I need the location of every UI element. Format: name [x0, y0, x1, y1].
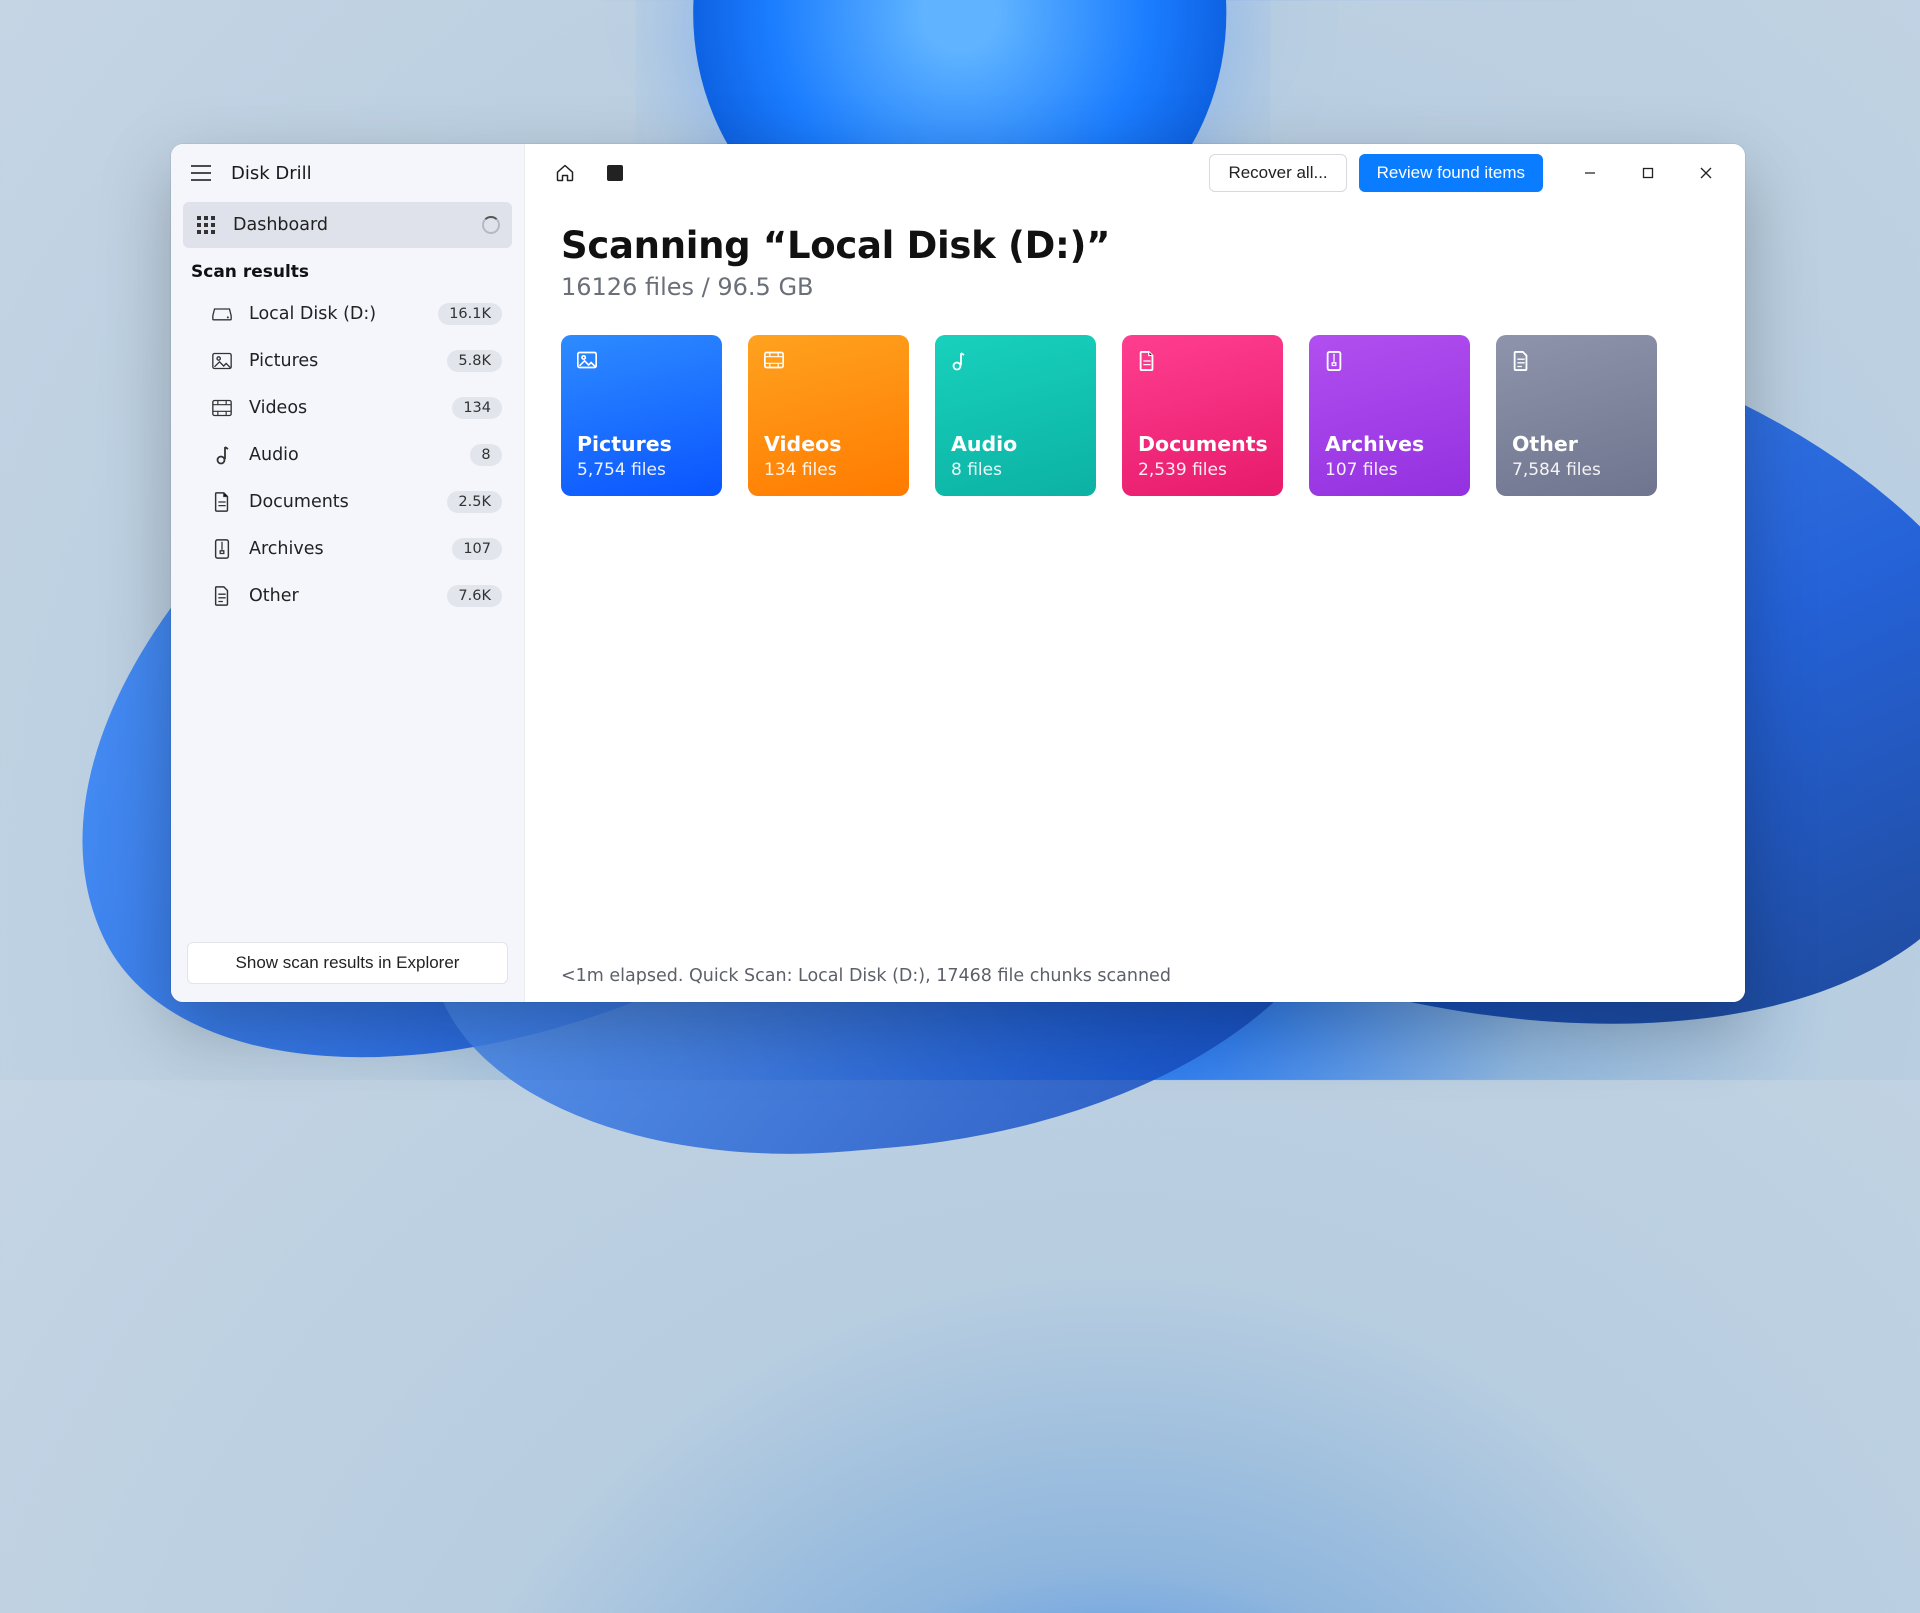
card-count: 107 files — [1325, 460, 1454, 480]
card-count: 8 files — [951, 460, 1080, 480]
sidebar-item-pictures[interactable]: Pictures 5.8K — [183, 337, 512, 384]
sidebar-item-audio[interactable]: Audio 8 — [183, 431, 512, 478]
category-card-videos[interactable]: Videos 134 files — [748, 335, 909, 496]
video-icon — [211, 399, 233, 417]
card-title: Pictures — [577, 432, 706, 456]
card-title: Archives — [1325, 432, 1454, 456]
sidebar-item-archives[interactable]: Archives 107 — [183, 525, 512, 572]
audio-icon — [211, 445, 233, 465]
app-window: Disk Drill Dashboard Scan results Local … — [171, 144, 1745, 1002]
count-badge: 7.6K — [447, 585, 502, 607]
drive-icon — [211, 306, 233, 322]
card-title: Videos — [764, 432, 893, 456]
count-badge: 5.8K — [447, 350, 502, 372]
minimize-icon — [1584, 167, 1596, 179]
picture-icon — [577, 351, 706, 389]
sidebar-item-label: Videos — [249, 398, 307, 418]
sidebar-item-label: Local Disk (D:) — [249, 304, 376, 324]
audio-icon — [951, 351, 1080, 389]
stop-scan-button[interactable] — [597, 155, 633, 191]
status-bar: <1m elapsed. Quick Scan: Local Disk (D:)… — [525, 952, 1745, 1002]
window-controls — [1561, 151, 1735, 195]
toolbar: Recover all... Review found items — [525, 144, 1745, 202]
card-title: Other — [1512, 432, 1641, 456]
other-icon — [211, 586, 233, 606]
scanning-spinner-icon — [482, 216, 500, 234]
count-badge: 8 — [470, 444, 502, 466]
grid-icon — [195, 216, 217, 234]
card-count: 134 files — [764, 460, 893, 480]
sidebar: Disk Drill Dashboard Scan results Local … — [171, 144, 525, 1002]
document-icon — [1138, 351, 1267, 389]
category-card-audio[interactable]: Audio 8 files — [935, 335, 1096, 496]
minimize-button[interactable] — [1561, 151, 1619, 195]
count-badge: 107 — [452, 538, 502, 560]
card-count: 7,584 files — [1512, 460, 1641, 480]
scan-results-list: Local Disk (D:) 16.1K Pictures 5.8K Videos 13… — [171, 290, 524, 619]
review-found-items-button[interactable]: Review found items — [1359, 154, 1543, 192]
category-card-documents[interactable]: Documents 2,539 files — [1122, 335, 1283, 496]
page-title: Scanning “Local Disk (D:)” — [561, 224, 1709, 267]
count-badge: 134 — [452, 397, 502, 419]
close-icon — [1700, 167, 1712, 179]
sidebar-item-label: Audio — [249, 445, 299, 465]
sidebar-item-videos[interactable]: Videos 134 — [183, 384, 512, 431]
recover-all-button[interactable]: Recover all... — [1209, 154, 1346, 192]
sidebar-item-label: Archives — [249, 539, 324, 559]
video-icon — [764, 351, 893, 389]
content-area: Recover all... Review found items Scanni… — [525, 144, 1745, 1002]
nav-dashboard-label: Dashboard — [233, 215, 328, 235]
archive-icon — [1325, 351, 1454, 389]
maximize-button[interactable] — [1619, 151, 1677, 195]
card-count: 2,539 files — [1138, 460, 1267, 480]
titlebar-left: Disk Drill — [171, 144, 524, 202]
sidebar-item-local-disk-d-[interactable]: Local Disk (D:) 16.1K — [183, 290, 512, 337]
sidebar-item-label: Pictures — [249, 351, 318, 371]
count-badge: 2.5K — [447, 491, 502, 513]
picture-icon — [211, 352, 233, 370]
app-title: Disk Drill — [231, 163, 312, 184]
hamburger-icon — [191, 165, 211, 181]
menu-button[interactable] — [185, 157, 217, 189]
document-icon — [211, 492, 233, 512]
page-subtitle: 16126 files / 96.5 GB — [561, 273, 1709, 301]
other-icon — [1512, 351, 1641, 389]
category-cards: Pictures 5,754 files Videos 134 files Audio 8… — [561, 335, 1709, 496]
sidebar-item-label: Documents — [249, 492, 349, 512]
category-card-pictures[interactable]: Pictures 5,754 files — [561, 335, 722, 496]
category-card-archives[interactable]: Archives 107 files — [1309, 335, 1470, 496]
maximize-icon — [1642, 167, 1654, 179]
sidebar-item-label: Other — [249, 586, 299, 606]
sidebar-item-documents[interactable]: Documents 2.5K — [183, 478, 512, 525]
close-button[interactable] — [1677, 151, 1735, 195]
card-count: 5,754 files — [577, 460, 706, 480]
count-badge: 16.1K — [438, 303, 502, 325]
category-card-other[interactable]: Other 7,584 files — [1496, 335, 1657, 496]
card-title: Documents — [1138, 432, 1267, 456]
nav-dashboard[interactable]: Dashboard — [183, 202, 512, 248]
show-in-explorer-button[interactable]: Show scan results in Explorer — [187, 942, 508, 984]
sidebar-item-other[interactable]: Other 7.6K — [183, 572, 512, 619]
stop-icon — [607, 165, 623, 181]
home-icon — [555, 163, 575, 183]
card-title: Audio — [951, 432, 1080, 456]
archive-icon — [211, 539, 233, 559]
home-button[interactable] — [547, 155, 583, 191]
section-title-scan-results: Scan results — [171, 248, 524, 290]
